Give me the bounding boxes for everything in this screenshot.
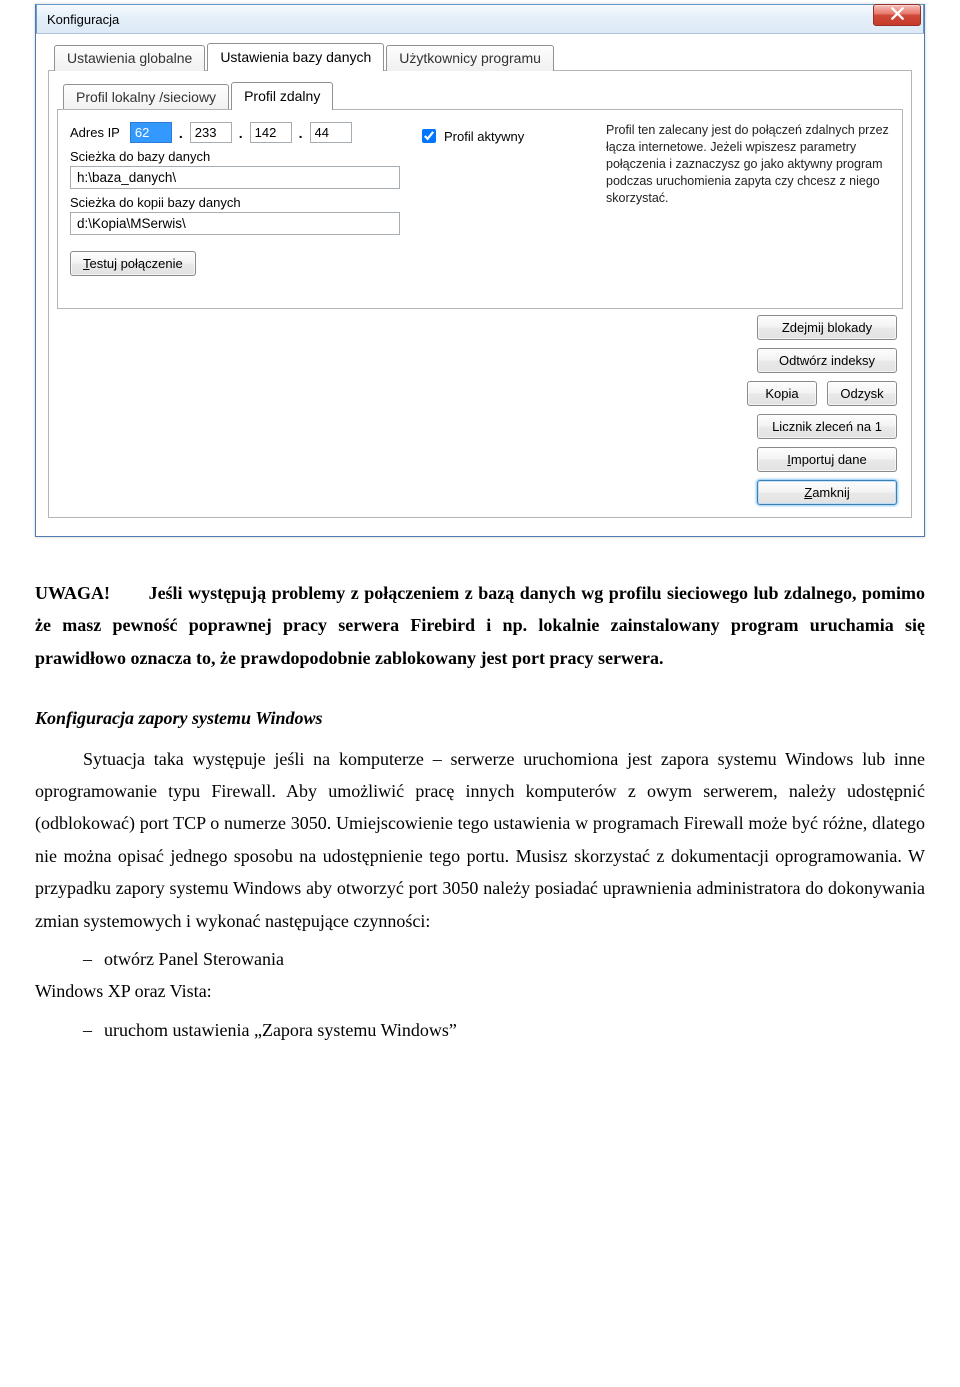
close-button[interactable]: Zamknij	[757, 480, 897, 505]
ip-octet-3[interactable]	[250, 122, 292, 143]
help-text: Profil ten zalecany jest do połączeń zda…	[606, 122, 890, 276]
ip-dot: .	[178, 125, 184, 141]
warn-label: UWAGA!	[35, 583, 110, 603]
tab-remote-profile[interactable]: Profil zdalny	[231, 82, 333, 110]
section-body: Sytuacja taka występuje jeśli na kompute…	[35, 743, 925, 937]
form-area: Adres IP . . . Scieżka do bazy danych	[70, 122, 890, 276]
outer-panel: Profil lokalny /sieciowy Profil zdalny A…	[48, 70, 912, 518]
ip-label: Adres IP	[70, 125, 120, 140]
ip-dot: .	[238, 125, 244, 141]
ip-dot: .	[298, 125, 304, 141]
list-item: uruchom ustawienia „Zapora systemu Windo…	[83, 1014, 925, 1046]
action-buttons: Zdejmij blokady Odtwórz indeksy Kopia Od…	[57, 315, 903, 505]
test-connection-button[interactable]: Testuj połączenie	[70, 251, 196, 276]
close-icon	[891, 7, 904, 23]
copy-button[interactable]: Kopia	[747, 381, 817, 406]
warn-text: Jeśli występują problemy z połączeniem z…	[35, 583, 925, 668]
tab-global-settings[interactable]: Ustawienia globalne	[54, 45, 205, 71]
window-title: Konfiguracja	[47, 12, 119, 27]
profile-active-label: Profil aktywny	[444, 129, 524, 144]
rebuild-indexes-button[interactable]: Odtwórz indeksy	[757, 348, 897, 373]
db-path-label: Scieżka do bazy danych	[70, 149, 400, 164]
tab-local-profile[interactable]: Profil lokalny /sieciowy	[63, 84, 229, 110]
db-copy-input[interactable]	[70, 212, 400, 235]
section-heading: Konfiguracja zapory systemu Windows	[35, 702, 925, 734]
order-counter-button[interactable]: Licznik zleceń na 1	[757, 414, 897, 439]
ip-octet-2[interactable]	[190, 122, 232, 143]
titlebar: Konfiguracja	[36, 4, 924, 34]
ip-octet-1[interactable]	[130, 122, 172, 143]
sub-tab-strip: Profil lokalny /sieciowy Profil zdalny	[63, 84, 903, 110]
unlock-button[interactable]: Zdejmij blokady	[757, 315, 897, 340]
window-body: Ustawienia globalne Ustawienia bazy dany…	[36, 34, 924, 536]
tab-users[interactable]: Użytkownicy programu	[386, 45, 554, 71]
ip-row: Adres IP . . .	[70, 122, 400, 143]
window-close-button[interactable]	[873, 4, 921, 26]
db-path-input[interactable]	[70, 166, 400, 189]
import-data-button[interactable]: Importuj dane	[757, 447, 897, 472]
profile-active-checkbox[interactable]	[422, 129, 436, 143]
ip-octet-4[interactable]	[310, 122, 352, 143]
config-window: Konfiguracja Ustawienia globalne Ustawie…	[35, 4, 925, 537]
top-tab-strip: Ustawienia globalne Ustawienia bazy dany…	[54, 45, 912, 71]
profile-active-row: Profil aktywny	[418, 126, 588, 146]
os-line: Windows XP oraz Vista:	[35, 975, 925, 1007]
recover-button[interactable]: Odzysk	[827, 381, 897, 406]
document-text: UWAGA! Jeśli występują problemy z połącz…	[35, 577, 925, 1046]
list-item: otwórz Panel Sterowania	[83, 943, 925, 975]
inner-panel: Adres IP . . . Scieżka do bazy danych	[57, 109, 903, 309]
tab-db-settings[interactable]: Ustawienia bazy danych	[207, 43, 384, 71]
db-copy-label: Scieżka do kopii bazy danych	[70, 195, 400, 210]
